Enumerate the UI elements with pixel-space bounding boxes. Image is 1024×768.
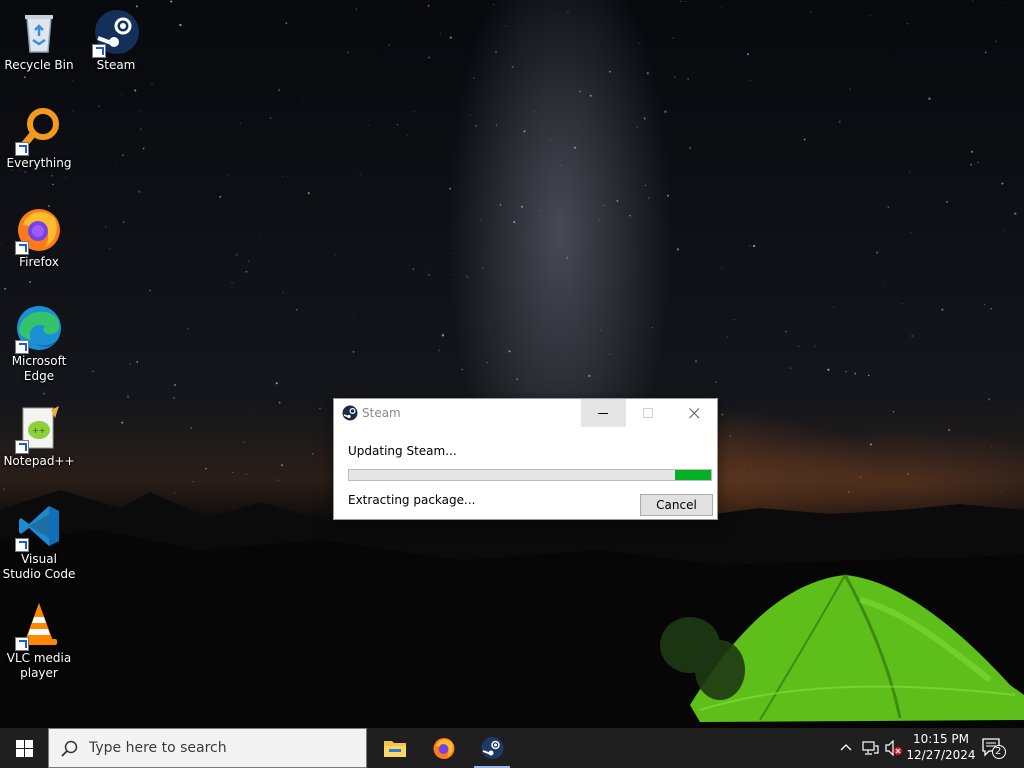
minimize-icon: [598, 413, 608, 414]
desktop-icon-firefox[interactable]: Firefox: [1, 205, 77, 270]
taskbar-clock[interactable]: 10:15 PM 12/27/2024: [906, 731, 976, 763]
tray-volume-button[interactable]: [884, 728, 906, 768]
clock-date: 12/27/2024: [906, 748, 976, 762]
maximize-icon: [643, 408, 653, 418]
vscode-icon: [15, 502, 63, 552]
minimize-button[interactable]: [581, 399, 626, 427]
chevron-up-icon: [840, 744, 852, 751]
windows-logo-icon: [16, 740, 33, 757]
progress-fill: [674, 470, 711, 480]
desktop-wallpaper: [0, 0, 1024, 728]
steam-icon: [92, 8, 140, 58]
steam-icon: [481, 737, 504, 759]
maximize-button: [626, 399, 671, 427]
desktop-icon-vlc[interactable]: VLC media player: [1, 601, 77, 681]
dialog-titlebar[interactable]: Steam: [334, 399, 717, 427]
taskbar-app-file-explorer[interactable]: [371, 728, 419, 768]
close-icon: [689, 408, 700, 419]
desktop-icon-vscode[interactable]: Visual Studio Code: [1, 502, 77, 582]
action-center-button[interactable]: 2: [978, 728, 1010, 768]
tray-network-button[interactable]: [860, 728, 882, 768]
notification-count: 2: [995, 746, 1002, 757]
taskbar-app-steam[interactable]: [468, 728, 516, 768]
dialog-title: Steam: [362, 406, 401, 420]
desktop-icon-label: Notepad++: [3, 454, 75, 468]
recycle-bin-icon: [15, 8, 63, 56]
desktop-icon-edge[interactable]: Microsoft Edge: [1, 304, 77, 384]
steam-update-dialog: Steam Updating Steam... Extracting packa…: [333, 398, 718, 520]
desktop-icon-everything[interactable]: Everything: [1, 106, 77, 171]
svg-text:++: ++: [32, 426, 45, 435]
close-button[interactable]: [672, 399, 717, 427]
clock-time: 10:15 PM: [913, 732, 969, 746]
shortcut-arrow-icon: [92, 44, 106, 58]
everything-search-icon: [15, 106, 63, 156]
shortcut-arrow-icon: [15, 241, 29, 255]
desktop-icon-label: Everything: [6, 156, 72, 170]
volume-muted-icon: [885, 740, 902, 756]
shortcut-arrow-icon: [15, 538, 29, 552]
dialog-message: Updating Steam...: [348, 444, 457, 458]
taskbar: Type here to search 10:15 PM 12/27/2024 …: [0, 728, 1024, 768]
notepad-plus-plus-icon: ++: [15, 404, 63, 454]
desktop-icon-label: Visual Studio Code: [2, 552, 76, 581]
desktop-icon-label: Steam: [96, 58, 136, 72]
search-placeholder: Type here to search: [89, 740, 227, 756]
firefox-icon: [433, 738, 455, 759]
edge-icon: [15, 304, 63, 354]
start-button[interactable]: [0, 728, 48, 768]
steam-icon: [342, 405, 358, 424]
shortcut-arrow-icon: [15, 440, 29, 454]
dialog-status: Extracting package...: [348, 493, 476, 507]
shortcut-arrow-icon: [15, 637, 29, 651]
desktop-icon-steam[interactable]: Steam: [78, 8, 154, 73]
shortcut-arrow-icon: [15, 340, 29, 354]
taskbar-search-box[interactable]: Type here to search: [48, 728, 367, 768]
notification-icon: [982, 738, 1006, 759]
vlc-icon: [15, 601, 63, 651]
taskbar-app-firefox[interactable]: [420, 728, 468, 768]
search-icon: [61, 740, 78, 757]
desktop-icon-label: Recycle Bin: [4, 58, 74, 72]
desktop-icon-label: VLC media player: [6, 651, 72, 680]
desktop-icon-recycle-bin[interactable]: Recycle Bin: [1, 8, 77, 73]
file-explorer-icon: [384, 741, 406, 757]
shortcut-arrow-icon: [15, 142, 29, 156]
network-icon: [862, 741, 879, 755]
desktop-icon-label: Firefox: [19, 255, 59, 269]
cancel-button[interactable]: Cancel: [640, 494, 713, 516]
desktop-icon-notepad-plus-plus[interactable]: ++ Notepad++: [1, 404, 77, 469]
firefox-icon: [15, 205, 63, 255]
desktop-icon-label: Microsoft Edge: [11, 354, 67, 383]
update-progress-bar: [348, 469, 712, 481]
tray-overflow-button[interactable]: [838, 728, 854, 768]
